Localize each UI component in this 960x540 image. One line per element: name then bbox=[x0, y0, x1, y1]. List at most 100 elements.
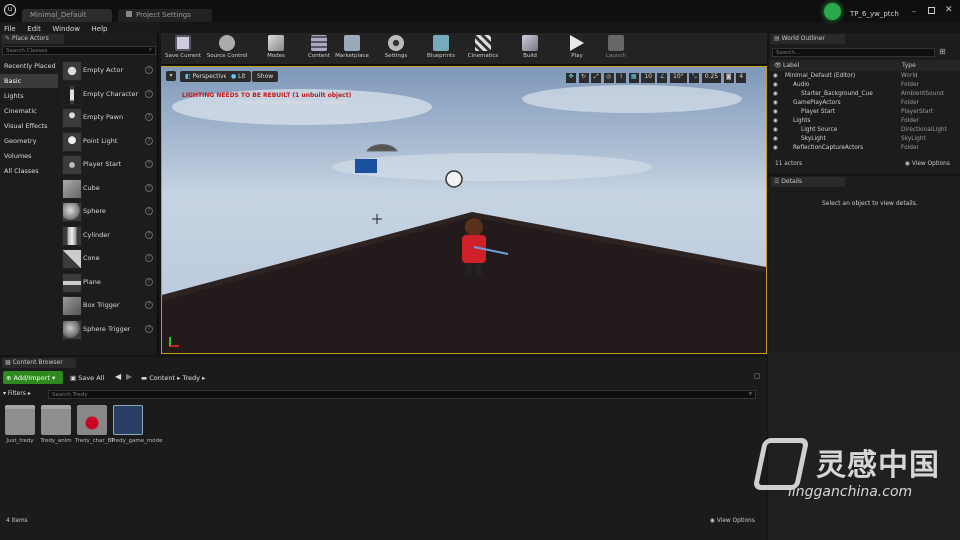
grid-snap-value[interactable]: 10 bbox=[641, 73, 655, 83]
info-icon[interactable]: ? bbox=[145, 113, 153, 121]
category-cinematic[interactable]: Cinematic bbox=[0, 104, 58, 118]
build-button[interactable]: Build bbox=[508, 35, 552, 63]
category-visual-effects[interactable]: Visual Effects bbox=[0, 119, 58, 133]
info-icon[interactable]: ? bbox=[145, 301, 153, 309]
visibility-eye-icon[interactable]: ◉ bbox=[773, 82, 778, 88]
filters-button[interactable]: ▾ Filters ▸ bbox=[3, 390, 45, 399]
category-basic[interactable]: Basic bbox=[0, 74, 58, 88]
asset-folder-just-tredy[interactable]: Just_tredy bbox=[3, 405, 37, 445]
category-all-classes[interactable]: All Classes bbox=[0, 164, 58, 178]
history-forward-icon[interactable]: ▶ bbox=[126, 372, 132, 381]
actor-sphere[interactable]: Sphere? bbox=[60, 201, 156, 223]
content-search-input[interactable]: Search Tredy ⌕ bbox=[48, 390, 756, 399]
visibility-eye-icon[interactable]: ◉ bbox=[773, 118, 778, 124]
breadcrumb-tredy[interactable]: Tredy bbox=[182, 374, 200, 382]
add-import-button[interactable]: ⊕ Add/Import ▾ bbox=[3, 371, 63, 384]
category-lights[interactable]: Lights bbox=[0, 89, 58, 103]
maximize-button[interactable] bbox=[928, 7, 935, 14]
source-control-button[interactable]: Source Control bbox=[205, 35, 249, 63]
info-icon[interactable]: ? bbox=[145, 278, 153, 286]
actor-box-trigger[interactable]: Box Trigger? bbox=[60, 295, 156, 317]
rotate-icon[interactable]: ↻ bbox=[578, 73, 589, 83]
surface-snap-icon[interactable]: ⌇ bbox=[616, 73, 627, 83]
visibility-eye-icon[interactable]: ◉ bbox=[773, 109, 778, 115]
visibility-eye-icon[interactable]: ◉ bbox=[773, 100, 778, 106]
modes-button[interactable]: Modes bbox=[254, 35, 298, 63]
lit-button[interactable]: ● Lit bbox=[226, 71, 251, 82]
source-control-status-icon[interactable] bbox=[824, 3, 841, 20]
details-tab[interactable]: ☰ Details bbox=[771, 177, 845, 187]
launch-button[interactable]: Launch bbox=[594, 35, 638, 63]
show-button[interactable]: Show bbox=[252, 71, 279, 82]
save-all-button[interactable]: ▣ Save All bbox=[67, 371, 111, 384]
outliner-filter-icon[interactable]: ⊞ bbox=[939, 47, 946, 56]
breadcrumb-content[interactable]: Content bbox=[149, 374, 175, 382]
info-icon[interactable]: ? bbox=[145, 207, 153, 215]
content-browser-tab[interactable]: ▦ Content Browser bbox=[2, 358, 76, 368]
save-current-button[interactable]: Save Current bbox=[161, 35, 205, 63]
scale-icon[interactable]: ⤢ bbox=[591, 73, 602, 83]
visibility-eye-icon[interactable]: ◉ bbox=[773, 91, 778, 97]
info-icon[interactable]: ? bbox=[145, 325, 153, 333]
cinematics-button[interactable]: Cinematics bbox=[461, 35, 505, 63]
play-button[interactable]: Play bbox=[555, 35, 599, 63]
tab-project-settings[interactable]: Project Settings bbox=[118, 9, 212, 22]
visibility-eye-icon[interactable]: ◉ bbox=[773, 136, 778, 142]
visibility-eye-icon[interactable]: ◉ bbox=[773, 145, 778, 151]
info-icon[interactable]: ? bbox=[145, 160, 153, 168]
asset-folder-tredy-anim[interactable]: Tredy_anim bbox=[39, 405, 73, 445]
camera-speed-value[interactable]: 4 bbox=[736, 73, 747, 83]
minimize-button[interactable]: – bbox=[912, 7, 916, 16]
rotation-snap-value[interactable]: 10° bbox=[670, 73, 687, 83]
perspective-button[interactable]: ◧ Perspective bbox=[180, 71, 233, 82]
world-local-icon[interactable]: ◎ bbox=[603, 73, 614, 83]
outliner-row[interactable]: ◉ Audio Folder bbox=[769, 81, 960, 90]
place-actors-tab[interactable]: ✎ Place Actors bbox=[2, 34, 64, 44]
category-volumes[interactable]: Volumes bbox=[0, 149, 58, 163]
lock-icon[interactable]: ▢ bbox=[754, 372, 761, 380]
marketplace-button[interactable]: Marketplace bbox=[330, 35, 374, 63]
actor-point-light[interactable]: Point Light? bbox=[60, 131, 156, 153]
translate-icon[interactable]: ✥ bbox=[566, 73, 576, 83]
actor-sphere-trigger[interactable]: Sphere Trigger? bbox=[60, 319, 156, 341]
actor-empty-character[interactable]: Empty Character? bbox=[60, 84, 156, 106]
outliner-row[interactable]: ◉ Light Source DirectionalLight bbox=[769, 126, 960, 135]
outliner-row[interactable]: ◉ ReflectionCaptureActors Folder bbox=[769, 144, 960, 153]
info-icon[interactable]: ? bbox=[145, 254, 153, 262]
category-geometry[interactable]: Geometry bbox=[0, 134, 58, 148]
actor-cone[interactable]: Cone? bbox=[60, 248, 156, 270]
level-viewport[interactable]: ▾ ◧ Perspective ● Lit Show LIGHTING NEED… bbox=[161, 66, 767, 354]
outliner-row[interactable]: ◉ SkyLight SkyLight bbox=[769, 135, 960, 144]
scale-snap-icon[interactable]: ⤡ bbox=[689, 73, 700, 83]
info-icon[interactable]: ? bbox=[145, 90, 153, 98]
settings-button[interactable]: Settings bbox=[374, 35, 418, 63]
camera-speed-icon[interactable]: ◙ bbox=[723, 73, 734, 83]
world-outliner-tab[interactable]: ▤ World Outliner bbox=[771, 34, 845, 44]
info-icon[interactable]: ? bbox=[145, 137, 153, 145]
search-classes-input[interactable]: Search Classes ⌕ bbox=[2, 46, 156, 55]
close-button[interactable]: ✕ bbox=[945, 5, 953, 15]
visibility-eye-icon[interactable]: ◉ bbox=[773, 73, 778, 79]
grid-snap-icon[interactable]: ▦ bbox=[628, 73, 639, 83]
outliner-view-options[interactable]: ◉ View Options bbox=[905, 161, 950, 167]
actor-cube[interactable]: Cube? bbox=[60, 178, 156, 200]
asset-tredy-game-mode[interactable]: Tredy_game_mode bbox=[111, 405, 163, 445]
visibility-eye-icon[interactable]: ◉ bbox=[773, 127, 778, 133]
content-view-options[interactable]: ◉ View Options bbox=[710, 518, 755, 524]
actor-empty-pawn[interactable]: Empty Pawn? bbox=[60, 107, 156, 129]
info-icon[interactable]: ? bbox=[145, 231, 153, 239]
viewport-options-button[interactable]: ▾ bbox=[166, 71, 176, 81]
asset-tredy-char-bp[interactable]: Tredy_char_BP bbox=[75, 405, 115, 445]
actor-player-start[interactable]: Player Start? bbox=[60, 154, 156, 176]
history-back-icon[interactable]: ◀ bbox=[115, 372, 121, 381]
outliner-row[interactable]: ◉ Lights Folder bbox=[769, 117, 960, 126]
menu-help[interactable]: Help bbox=[92, 25, 108, 33]
menu-edit[interactable]: Edit bbox=[27, 25, 41, 33]
outliner-row[interactable]: ◉ Starter_Background_Cue AmbientSound bbox=[769, 90, 960, 99]
outliner-row[interactable]: ◉ Minimal_Default (Editor) World bbox=[769, 72, 960, 81]
actor-plane[interactable]: Plane? bbox=[60, 272, 156, 294]
menu-window[interactable]: Window bbox=[52, 25, 80, 33]
tab-minimal-default[interactable]: Minimal_Default bbox=[22, 9, 112, 22]
blueprints-button[interactable]: Blueprints bbox=[419, 35, 463, 63]
outliner-search-input[interactable]: Search... bbox=[772, 48, 935, 57]
